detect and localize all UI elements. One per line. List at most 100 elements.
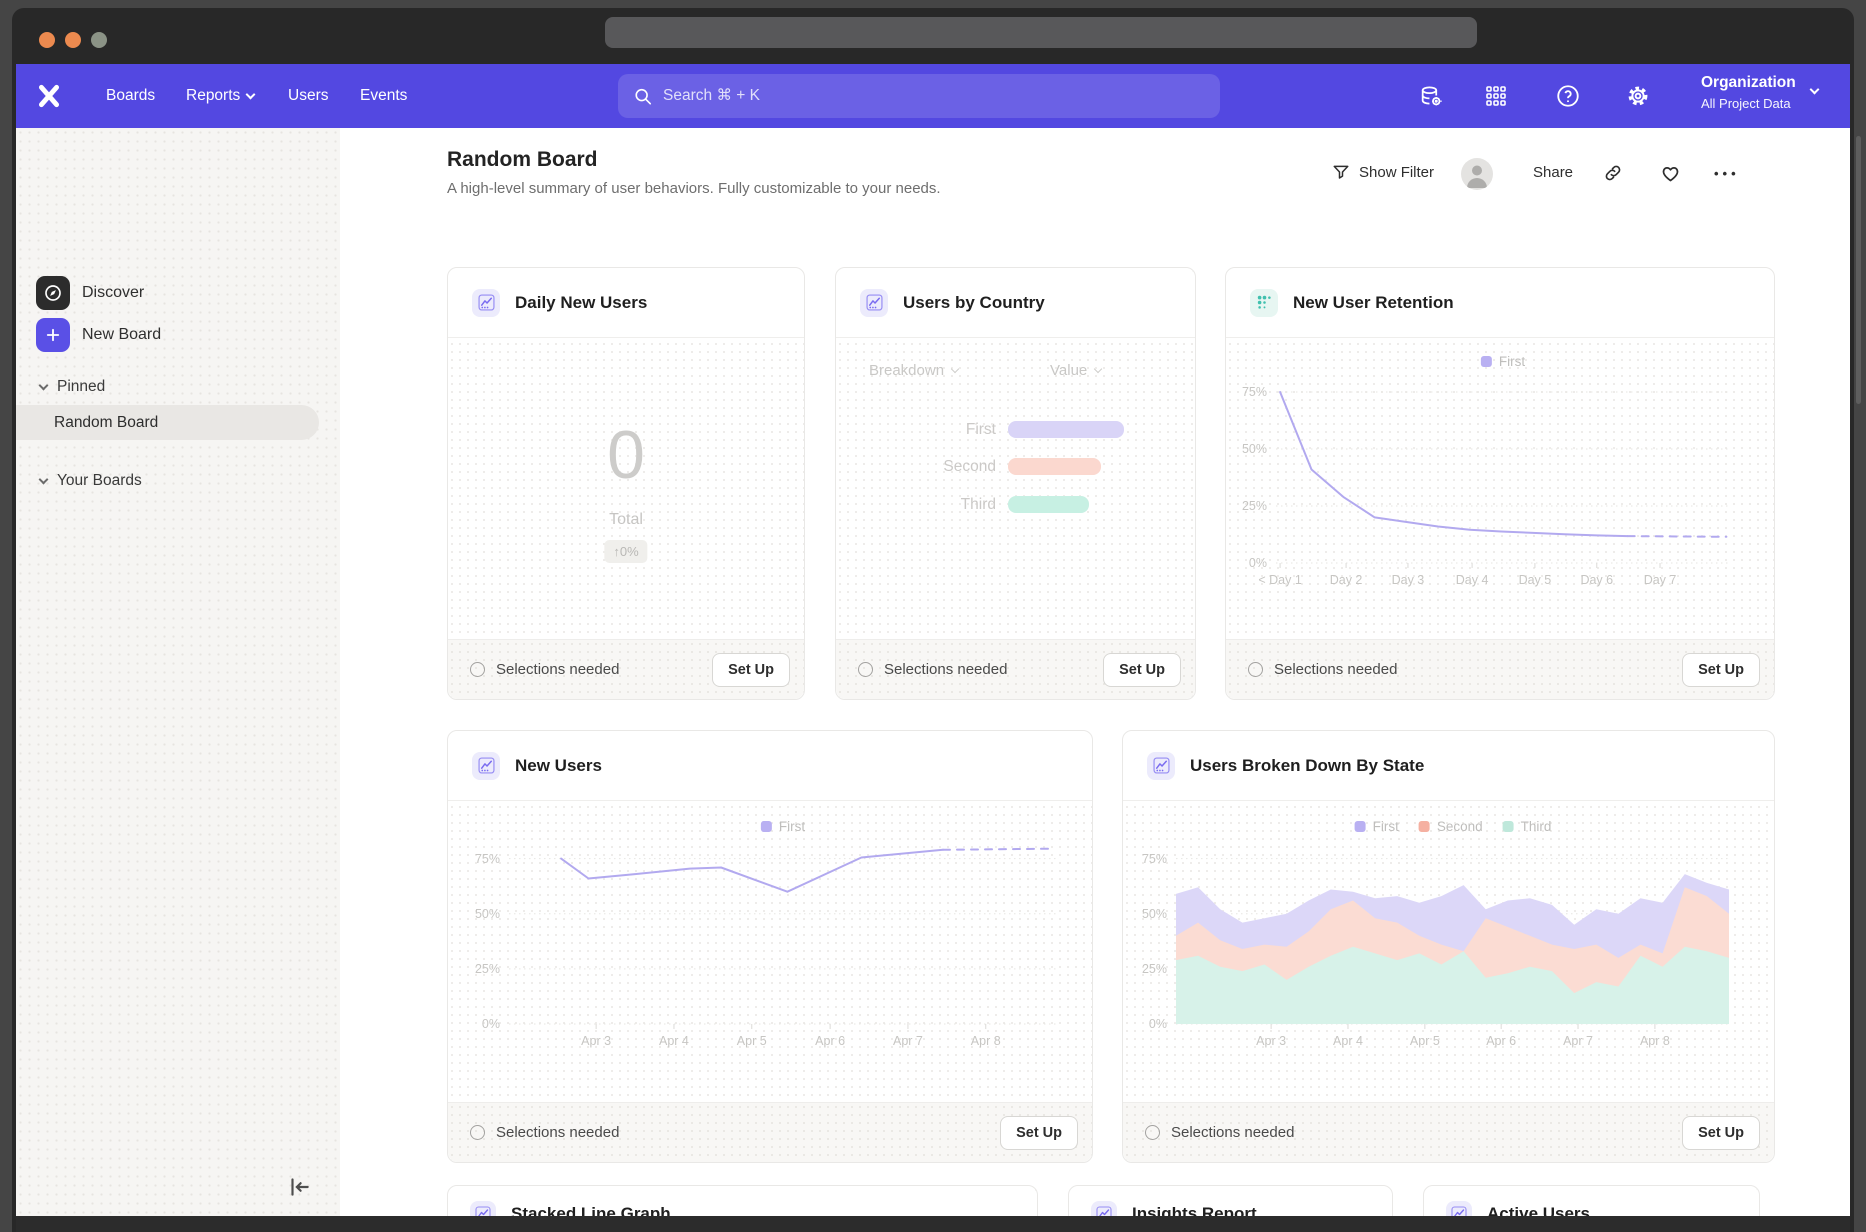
y-axis-tick-label: 50% bbox=[475, 907, 500, 921]
legend-label: Second bbox=[1437, 819, 1483, 834]
copy-link-button[interactable] bbox=[1603, 163, 1623, 183]
legend-item: First bbox=[1355, 819, 1399, 834]
x-axis-tick-label: Day 3 bbox=[1392, 573, 1425, 587]
set-up-button[interactable]: Set Up bbox=[1682, 653, 1760, 687]
x-axis-tick-label: Day 5 bbox=[1519, 573, 1552, 587]
favorite-button[interactable] bbox=[1660, 163, 1681, 184]
section-label: Pinned bbox=[57, 378, 105, 396]
apps-grid-icon[interactable] bbox=[1479, 79, 1513, 113]
address-bar[interactable] bbox=[605, 17, 1477, 48]
sidebar-section-your-boards[interactable]: Your Boards bbox=[40, 472, 142, 490]
card-new-user-retention: New User Retention First 75%50%25%0%< Da… bbox=[1225, 267, 1775, 700]
settings-gear-icon[interactable] bbox=[1621, 79, 1655, 113]
legend-marker bbox=[1481, 356, 1492, 367]
y-axis-tick-label: 25% bbox=[1142, 962, 1167, 976]
status-text: Selections needed bbox=[884, 661, 1103, 678]
search-icon bbox=[634, 87, 652, 106]
row-label: Third bbox=[836, 496, 996, 514]
x-axis-tick-label: Apr 6 bbox=[1486, 1034, 1516, 1048]
funnel-icon bbox=[1332, 163, 1350, 181]
legend-item: First bbox=[761, 819, 805, 834]
chevron-down-icon bbox=[39, 380, 49, 390]
insights-chart-icon bbox=[472, 289, 500, 317]
sidebar-item-random-board[interactable]: Random Board bbox=[16, 405, 319, 440]
chevron-down-icon bbox=[39, 474, 49, 484]
sidebar-item-discover[interactable]: Discover bbox=[36, 276, 144, 310]
card-title: Daily New Users bbox=[515, 293, 647, 313]
legend-marker bbox=[761, 821, 772, 832]
card-daily-new-users: Daily New Users 0 Total ↑0% Selections n… bbox=[447, 267, 805, 700]
card-footer: Selections needed Set Up bbox=[448, 639, 804, 699]
card-title: Users Broken Down By State bbox=[1190, 756, 1424, 776]
link-icon bbox=[1603, 163, 1623, 183]
column-label: Value bbox=[1050, 362, 1087, 379]
set-up-button[interactable]: Set Up bbox=[1682, 1116, 1760, 1150]
share-label: Share bbox=[1533, 164, 1573, 181]
insights-chart-icon bbox=[472, 752, 500, 780]
section-label: Your Boards bbox=[57, 472, 142, 490]
compass-icon bbox=[36, 276, 70, 310]
search-input[interactable] bbox=[663, 87, 1204, 105]
card-header: Users by Country bbox=[836, 268, 1195, 338]
collapse-sidebar-icon[interactable] bbox=[286, 1174, 312, 1200]
y-axis-tick-label: 0% bbox=[1149, 1017, 1167, 1031]
nav-item-label: Users bbox=[288, 87, 328, 105]
global-search[interactable] bbox=[618, 74, 1220, 118]
value-bar bbox=[1008, 458, 1101, 475]
scrollbar[interactable] bbox=[1856, 136, 1861, 404]
x-axis-tick-label: Apr 3 bbox=[581, 1034, 611, 1048]
avatar[interactable] bbox=[1461, 158, 1493, 190]
more-options-button[interactable]: ••• bbox=[1714, 166, 1740, 181]
set-up-button[interactable]: Set Up bbox=[712, 653, 790, 687]
retention-grid-icon bbox=[1250, 289, 1278, 317]
nav-item-users[interactable]: Users bbox=[288, 64, 328, 128]
chart-legend: First bbox=[761, 819, 805, 834]
show-filter-button[interactable]: Show Filter bbox=[1332, 163, 1434, 181]
org-switcher[interactable]: Organization All Project Data bbox=[1701, 74, 1796, 111]
share-button[interactable]: Share bbox=[1533, 164, 1573, 181]
set-up-button[interactable]: Set Up bbox=[1000, 1116, 1078, 1150]
status-text: Selections needed bbox=[1274, 661, 1682, 678]
window-zoom-button[interactable] bbox=[91, 32, 107, 48]
breakdown-column-header[interactable]: Breakdown bbox=[869, 362, 958, 379]
window-close-button[interactable] bbox=[39, 32, 55, 48]
row-label: First bbox=[836, 421, 996, 439]
table-row: Third bbox=[836, 496, 1089, 513]
value-column-header[interactable]: Value bbox=[1050, 362, 1101, 379]
row-label: Second bbox=[836, 458, 996, 476]
x-axis-tick-label: Apr 4 bbox=[659, 1034, 689, 1048]
x-axis-tick-label: Apr 7 bbox=[1563, 1034, 1593, 1048]
chevron-down-icon bbox=[951, 364, 959, 372]
x-axis-tick-label: Apr 8 bbox=[971, 1034, 1001, 1048]
sidebar-section-pinned[interactable]: Pinned bbox=[40, 378, 105, 396]
sidebar-item-new-board[interactable]: New Board bbox=[36, 318, 161, 352]
plus-icon bbox=[36, 318, 70, 352]
mixpanel-logo-icon[interactable] bbox=[36, 64, 62, 128]
status-radio-icon bbox=[1145, 1125, 1160, 1140]
y-axis-tick-label: 75% bbox=[1142, 852, 1167, 866]
data-management-icon[interactable] bbox=[1413, 79, 1447, 113]
window-minimize-button[interactable] bbox=[65, 32, 81, 48]
x-axis-tick-label: Day 4 bbox=[1456, 573, 1489, 587]
status-text: Selections needed bbox=[1171, 1124, 1682, 1141]
table-row: Second bbox=[836, 458, 1101, 475]
card-footer: Selections needed Set Up bbox=[836, 639, 1195, 699]
status-radio-icon bbox=[470, 662, 485, 677]
set-up-button[interactable]: Set Up bbox=[1103, 653, 1181, 687]
legend-marker bbox=[1355, 821, 1366, 832]
y-axis-tick-label: 25% bbox=[475, 962, 500, 976]
x-axis-tick-label: Apr 5 bbox=[1410, 1034, 1440, 1048]
nav-item-events[interactable]: Events bbox=[360, 64, 407, 128]
card-new-users: New Users First 75%50%25%0%Apr 3Apr 4Apr… bbox=[447, 730, 1093, 1163]
metric-value: 0 bbox=[448, 416, 804, 494]
screen: Boards Reports Users Events bbox=[0, 0, 1866, 1232]
metric-delta-badge: ↑0% bbox=[604, 540, 647, 563]
value-bar bbox=[1008, 421, 1124, 438]
new-users-chart: 75%50%25%0%Apr 3Apr 4Apr 5Apr 6Apr 7Apr … bbox=[509, 841, 1057, 1024]
legend-item: First bbox=[1481, 354, 1525, 369]
help-icon[interactable] bbox=[1551, 79, 1585, 113]
nav-item-boards[interactable]: Boards bbox=[106, 64, 155, 128]
chart-legend: FirstSecondThird bbox=[1355, 819, 1552, 834]
show-filter-label: Show Filter bbox=[1359, 164, 1434, 181]
nav-item-reports[interactable]: Reports bbox=[186, 64, 254, 128]
